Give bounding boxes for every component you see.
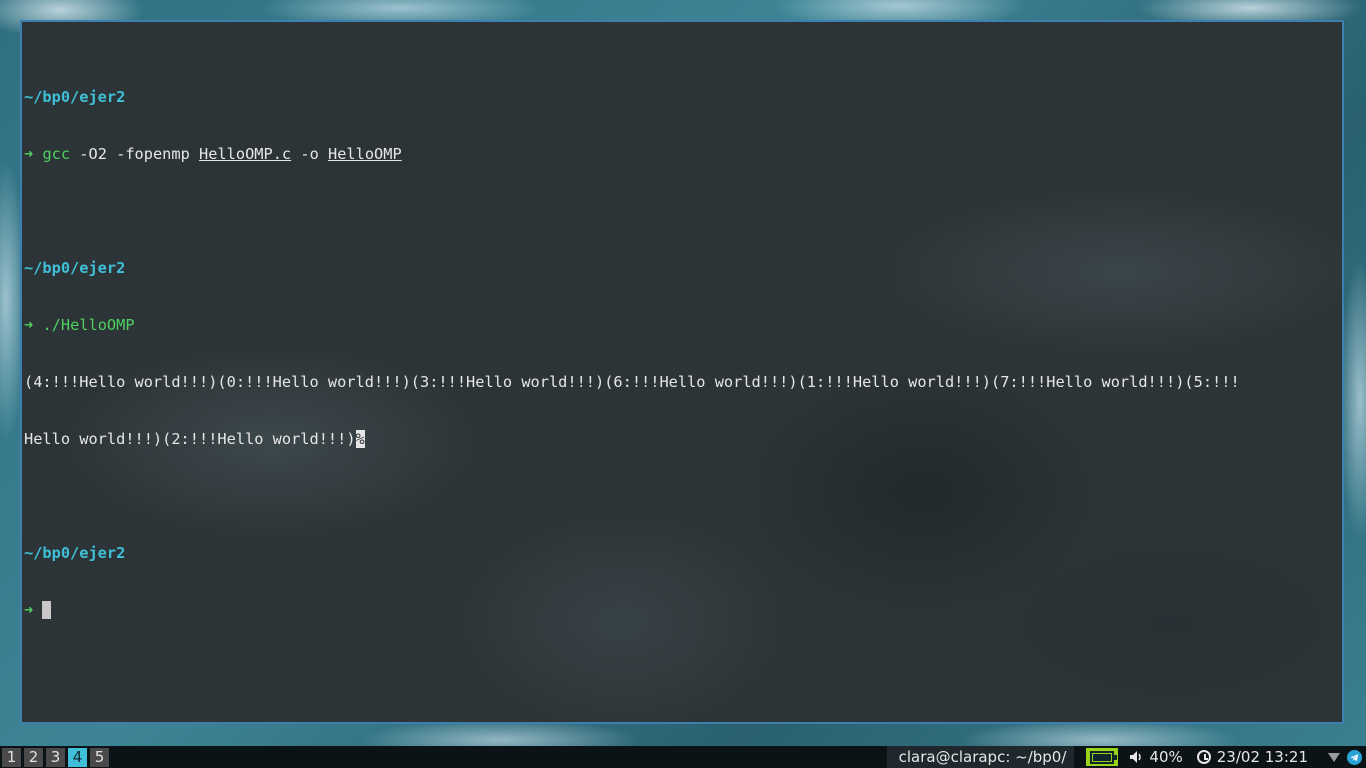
active-window-title[interactable]: clara@clarapc: ~/bp0/ <box>886 746 1075 768</box>
speaker-icon <box>1130 751 1142 763</box>
clock-icon <box>1196 750 1211 764</box>
prompt-directory: ~/bp0/ejer2 <box>24 259 126 277</box>
program-output-text: Hello world!!!)(2:!!!Hello world!!!) <box>24 430 356 448</box>
workspace-2[interactable]: 2 <box>24 748 43 767</box>
command-output-file: HelloOMP <box>328 145 402 163</box>
no-newline-marker: % <box>355 430 365 448</box>
prompt-directory: ~/bp0/ejer2 <box>24 88 126 106</box>
volume-level: 40% <box>1149 748 1183 766</box>
workspace-switcher: 1 2 3 4 5 <box>0 746 110 768</box>
command-output-flag: -o <box>300 145 319 163</box>
battery-icon <box>1090 750 1118 764</box>
command-program: ./HelloOMP <box>42 316 135 334</box>
terminal-content[interactable]: ~/bp0/ejer2 ➜ gcc -O2 -fopenmp HelloOMP.… <box>24 50 1342 658</box>
prompt-directory: ~/bp0/ejer2 <box>24 544 126 562</box>
wifi-icon <box>1328 753 1340 762</box>
text-cursor[interactable] <box>42 601 52 619</box>
wifi-tray-item[interactable] <box>1326 749 1342 765</box>
command-program: gcc <box>42 145 71 163</box>
prompt-arrow: ➜ <box>24 145 34 163</box>
prompt-arrow: ➜ <box>24 316 34 334</box>
prompt-line-3: ~/bp0/ejer2 <box>24 544 1342 563</box>
workspace-1[interactable]: 1 <box>2 748 21 767</box>
battery-indicator[interactable] <box>1086 748 1119 766</box>
command-line-1: ➜ gcc -O2 -fopenmp HelloOMP.c -o HelloOM… <box>24 145 1342 164</box>
prompt-line-2: ~/bp0/ejer2 <box>24 259 1342 278</box>
prompt-line-1: ~/bp0/ejer2 <box>24 88 1342 107</box>
taskbar: 1 2 3 4 5 clara@clarapc: ~/bp0/ 40% 23/0… <box>0 746 1366 768</box>
terminal-window[interactable]: ~/bp0/ejer2 ➜ gcc -O2 -fopenmp HelloOMP.… <box>20 20 1344 724</box>
workspace-5[interactable]: 5 <box>90 748 109 767</box>
prompt-arrow: ➜ <box>24 601 34 619</box>
command-options: -O2 -fopenmp <box>79 145 190 163</box>
program-output-line-1: (4:!!!Hello world!!!)(0:!!!Hello world!!… <box>24 373 1240 391</box>
telegram-icon <box>1346 749 1362 765</box>
workspace-4[interactable]: 4 <box>68 748 87 767</box>
telegram-tray-item[interactable] <box>1346 749 1362 765</box>
status-area: clara@clarapc: ~/bp0/ 40% 23/02 13:21 <box>886 746 1366 768</box>
workspace-3[interactable]: 3 <box>46 748 65 767</box>
command-line-2: ➜ ./HelloOMP <box>24 316 1342 335</box>
volume-indicator[interactable]: 40% <box>1128 748 1183 766</box>
clock-widget[interactable]: 23/02 13:21 <box>1196 748 1308 766</box>
datetime-text: 23/02 13:21 <box>1216 748 1308 766</box>
command-line-3[interactable]: ➜ <box>24 601 1342 620</box>
command-source-file: HelloOMP.c <box>199 145 292 163</box>
program-output-line-2: Hello world!!!)(2:!!!Hello world!!!)% <box>24 430 1342 449</box>
